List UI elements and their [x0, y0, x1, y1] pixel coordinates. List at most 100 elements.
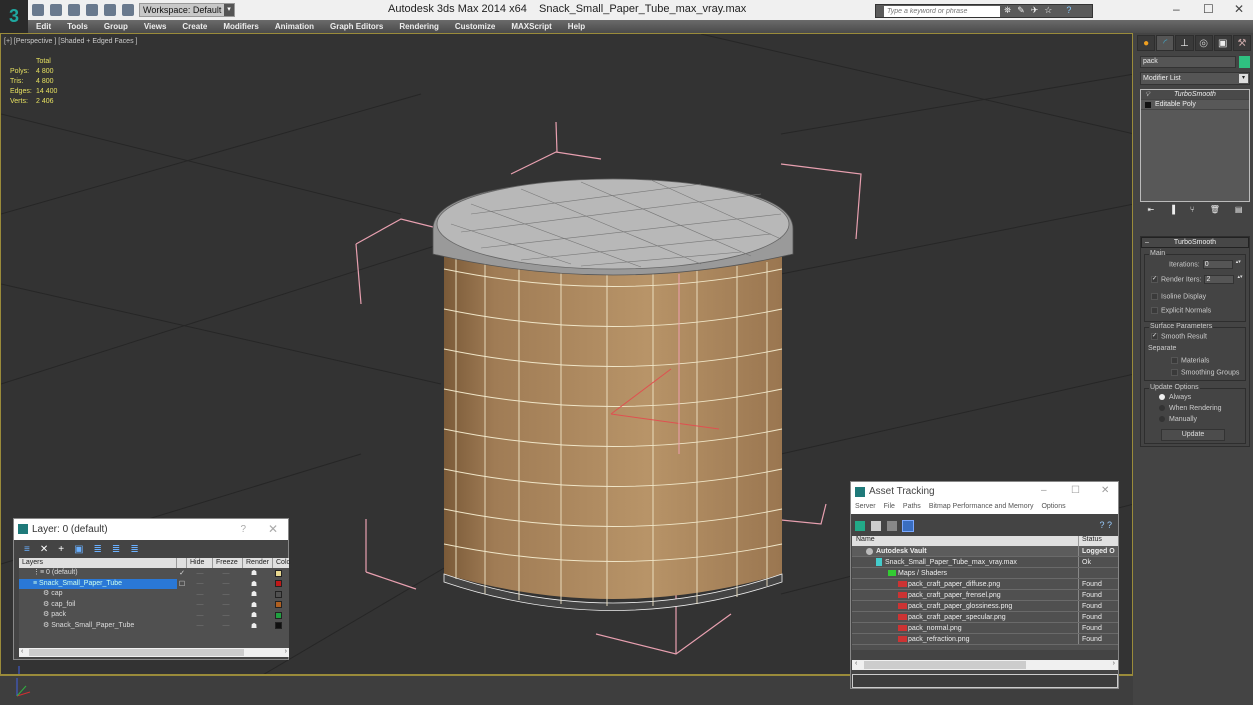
remove-modifier-icon[interactable]: 🗑︎: [1210, 205, 1220, 219]
layer-dialog-titlebar[interactable]: Layer: 0 (default) ? ✕: [14, 519, 288, 540]
highlight-layer-icon[interactable]: ≣: [94, 544, 102, 555]
pin-stack-icon[interactable]: ⇤: [1148, 205, 1155, 219]
redo-icon[interactable]: [104, 4, 116, 16]
hide-toggle[interactable]: —: [187, 591, 213, 598]
hierarchy-tab[interactable]: ⊥: [1175, 35, 1194, 51]
star-icon[interactable]: ☆: [1044, 5, 1052, 16]
rollout-header[interactable]: – TurboSmooth: [1141, 237, 1249, 248]
help-button[interactable]: ?: [240, 519, 246, 540]
maximize-button[interactable]: ☐: [1071, 485, 1080, 496]
stack-item-turbosmooth[interactable]: 💡︎ TurboSmooth: [1141, 90, 1249, 100]
isoline-display-checkbox[interactable]: Isoline Display: [1151, 293, 1206, 300]
freeze-toggle[interactable]: —: [213, 601, 239, 608]
select-in-layer-icon[interactable]: ▣: [74, 544, 83, 555]
menu-bitmap-performance[interactable]: Bitmap Performance and Memory: [929, 503, 1034, 510]
render-iters-spinner[interactable]: 2: [1204, 275, 1242, 284]
col-color[interactable]: Colo: [273, 558, 290, 568]
close-button[interactable]: ✕: [1234, 2, 1244, 16]
scroll-left-icon[interactable]: ‹: [855, 660, 857, 667]
render-toggle-icon[interactable]: ☗: [239, 590, 269, 598]
menu-edit[interactable]: Edit: [28, 20, 59, 33]
new-layer-icon[interactable]: ≡: [24, 544, 30, 555]
menu-server[interactable]: Server: [855, 503, 876, 510]
render-toggle-icon[interactable]: ☗: [239, 611, 269, 619]
col-status[interactable]: Status: [1079, 536, 1102, 546]
freeze-toggle[interactable]: —: [213, 570, 239, 577]
col-layers[interactable]: Layers: [19, 558, 177, 568]
app-menu-button[interactable]: 3: [0, 0, 28, 33]
hide-toggle[interactable]: —: [187, 622, 213, 629]
asset-row[interactable]: Maps / Shaders: [852, 568, 1118, 579]
add-to-layer-icon[interactable]: +: [58, 544, 64, 555]
explicit-normals-checkbox[interactable]: Explicit Normals: [1151, 307, 1211, 314]
undo-icon[interactable]: [86, 4, 98, 16]
smoothing-groups-checkbox[interactable]: Smoothing Groups: [1171, 369, 1239, 376]
configure-sets-icon[interactable]: ▤: [1235, 205, 1243, 219]
menu-rendering[interactable]: Rendering: [391, 20, 447, 33]
asset-horizontal-scrollbar[interactable]: ‹ ›: [852, 660, 1118, 670]
layer-color-swatch[interactable]: [275, 601, 282, 609]
menu-modifiers[interactable]: Modifiers: [215, 20, 267, 33]
scrollbar-thumb[interactable]: [864, 661, 1026, 669]
utilities-tab[interactable]: ⚒: [1232, 35, 1252, 51]
project-folder-icon[interactable]: [122, 4, 134, 16]
smooth-result-checkbox[interactable]: ✓ Smooth Result: [1151, 333, 1207, 340]
modifier-list-dropdown[interactable]: Modifier List ▾: [1140, 72, 1250, 85]
show-end-result-icon[interactable]: ▐: [1169, 205, 1175, 219]
lightbulb-icon[interactable]: 💡︎: [1145, 90, 1150, 100]
search-input[interactable]: [884, 6, 1000, 17]
menu-maxscript[interactable]: MAXScript: [503, 20, 559, 33]
freeze-toggle[interactable]: —: [213, 580, 239, 587]
viewport-label[interactable]: [+] [Perspective ] [Shaded + Edged Faces…: [4, 38, 137, 45]
menu-help[interactable]: Help: [560, 20, 593, 33]
col-freeze[interactable]: Freeze: [213, 558, 243, 568]
render-toggle-icon[interactable]: ☗: [239, 622, 269, 630]
new-file-icon[interactable]: [32, 4, 44, 16]
layer-row[interactable]: ⚙ cap_foil — — ☗: [19, 600, 289, 611]
stack-item-editable-poly[interactable]: Editable Poly: [1141, 100, 1249, 110]
display-tab[interactable]: ▣: [1213, 35, 1232, 51]
asset-row[interactable]: pack_craft_paper_diffuse.png Found: [852, 579, 1118, 590]
asset-dialog-titlebar[interactable]: Asset Tracking – ☐ ✕ Server File Paths B…: [851, 482, 1118, 514]
asset-row[interactable]: pack_craft_paper_specular.png Found: [852, 612, 1118, 623]
freeze-toggle[interactable]: —: [213, 612, 239, 619]
save-file-icon[interactable]: [68, 4, 80, 16]
minimize-button[interactable]: –: [1173, 2, 1180, 16]
binoculars-icon[interactable]: ⛯: [1004, 5, 1011, 16]
layer-row[interactable]: ⚙ Snack_Small_Paper_Tube — — ☗: [19, 621, 289, 632]
current-layer-check[interactable]: ☐: [177, 580, 187, 588]
hide-all-layers-icon[interactable]: ≣: [112, 544, 120, 555]
menu-tools[interactable]: Tools: [59, 20, 96, 33]
help-icon[interactable]: ?: [1066, 5, 1071, 16]
menu-group[interactable]: Group: [96, 20, 136, 33]
update-button[interactable]: Update: [1161, 429, 1225, 441]
layer-row[interactable]: ⚙ pack — — ☗: [19, 610, 289, 621]
asset-row[interactable]: pack_craft_paper_glossiness.png Found: [852, 601, 1118, 612]
render-iters-checkbox[interactable]: ✓: [1151, 276, 1158, 283]
layer-horizontal-scrollbar[interactable]: ‹ ›: [19, 648, 289, 657]
scroll-right-icon[interactable]: ›: [1113, 660, 1115, 667]
always-radio[interactable]: Always: [1159, 394, 1191, 401]
current-layer-check[interactable]: ✓: [177, 569, 187, 577]
refresh-icon[interactable]: [855, 521, 865, 531]
grid-view-icon[interactable]: [902, 520, 914, 532]
layer-color-swatch[interactable]: [275, 611, 282, 619]
render-toggle-icon[interactable]: ☗: [239, 569, 269, 577]
col-render[interactable]: Render: [243, 558, 273, 568]
menu-customize[interactable]: Customize: [447, 20, 503, 33]
workspace-dropdown[interactable]: Workspace: Default ▾: [139, 3, 235, 17]
scroll-right-icon[interactable]: ›: [285, 648, 287, 655]
iterations-spinner[interactable]: 0: [1202, 260, 1241, 269]
make-unique-icon[interactable]: ⑂: [1190, 205, 1195, 219]
hide-toggle[interactable]: —: [187, 601, 213, 608]
layer-color-swatch[interactable]: [275, 622, 282, 630]
render-toggle-icon[interactable]: ☗: [239, 580, 269, 588]
scrollbar-thumb[interactable]: [29, 649, 244, 656]
list-view-icon[interactable]: [871, 521, 881, 531]
asset-row[interactable]: pack_refraction.png Found: [852, 634, 1118, 645]
freeze-toggle[interactable]: —: [213, 591, 239, 598]
help-icon[interactable]: ? ?: [1099, 520, 1112, 530]
open-file-icon[interactable]: [50, 4, 62, 16]
scroll-left-icon[interactable]: ‹: [21, 648, 23, 655]
manually-radio[interactable]: Manually: [1159, 416, 1197, 423]
